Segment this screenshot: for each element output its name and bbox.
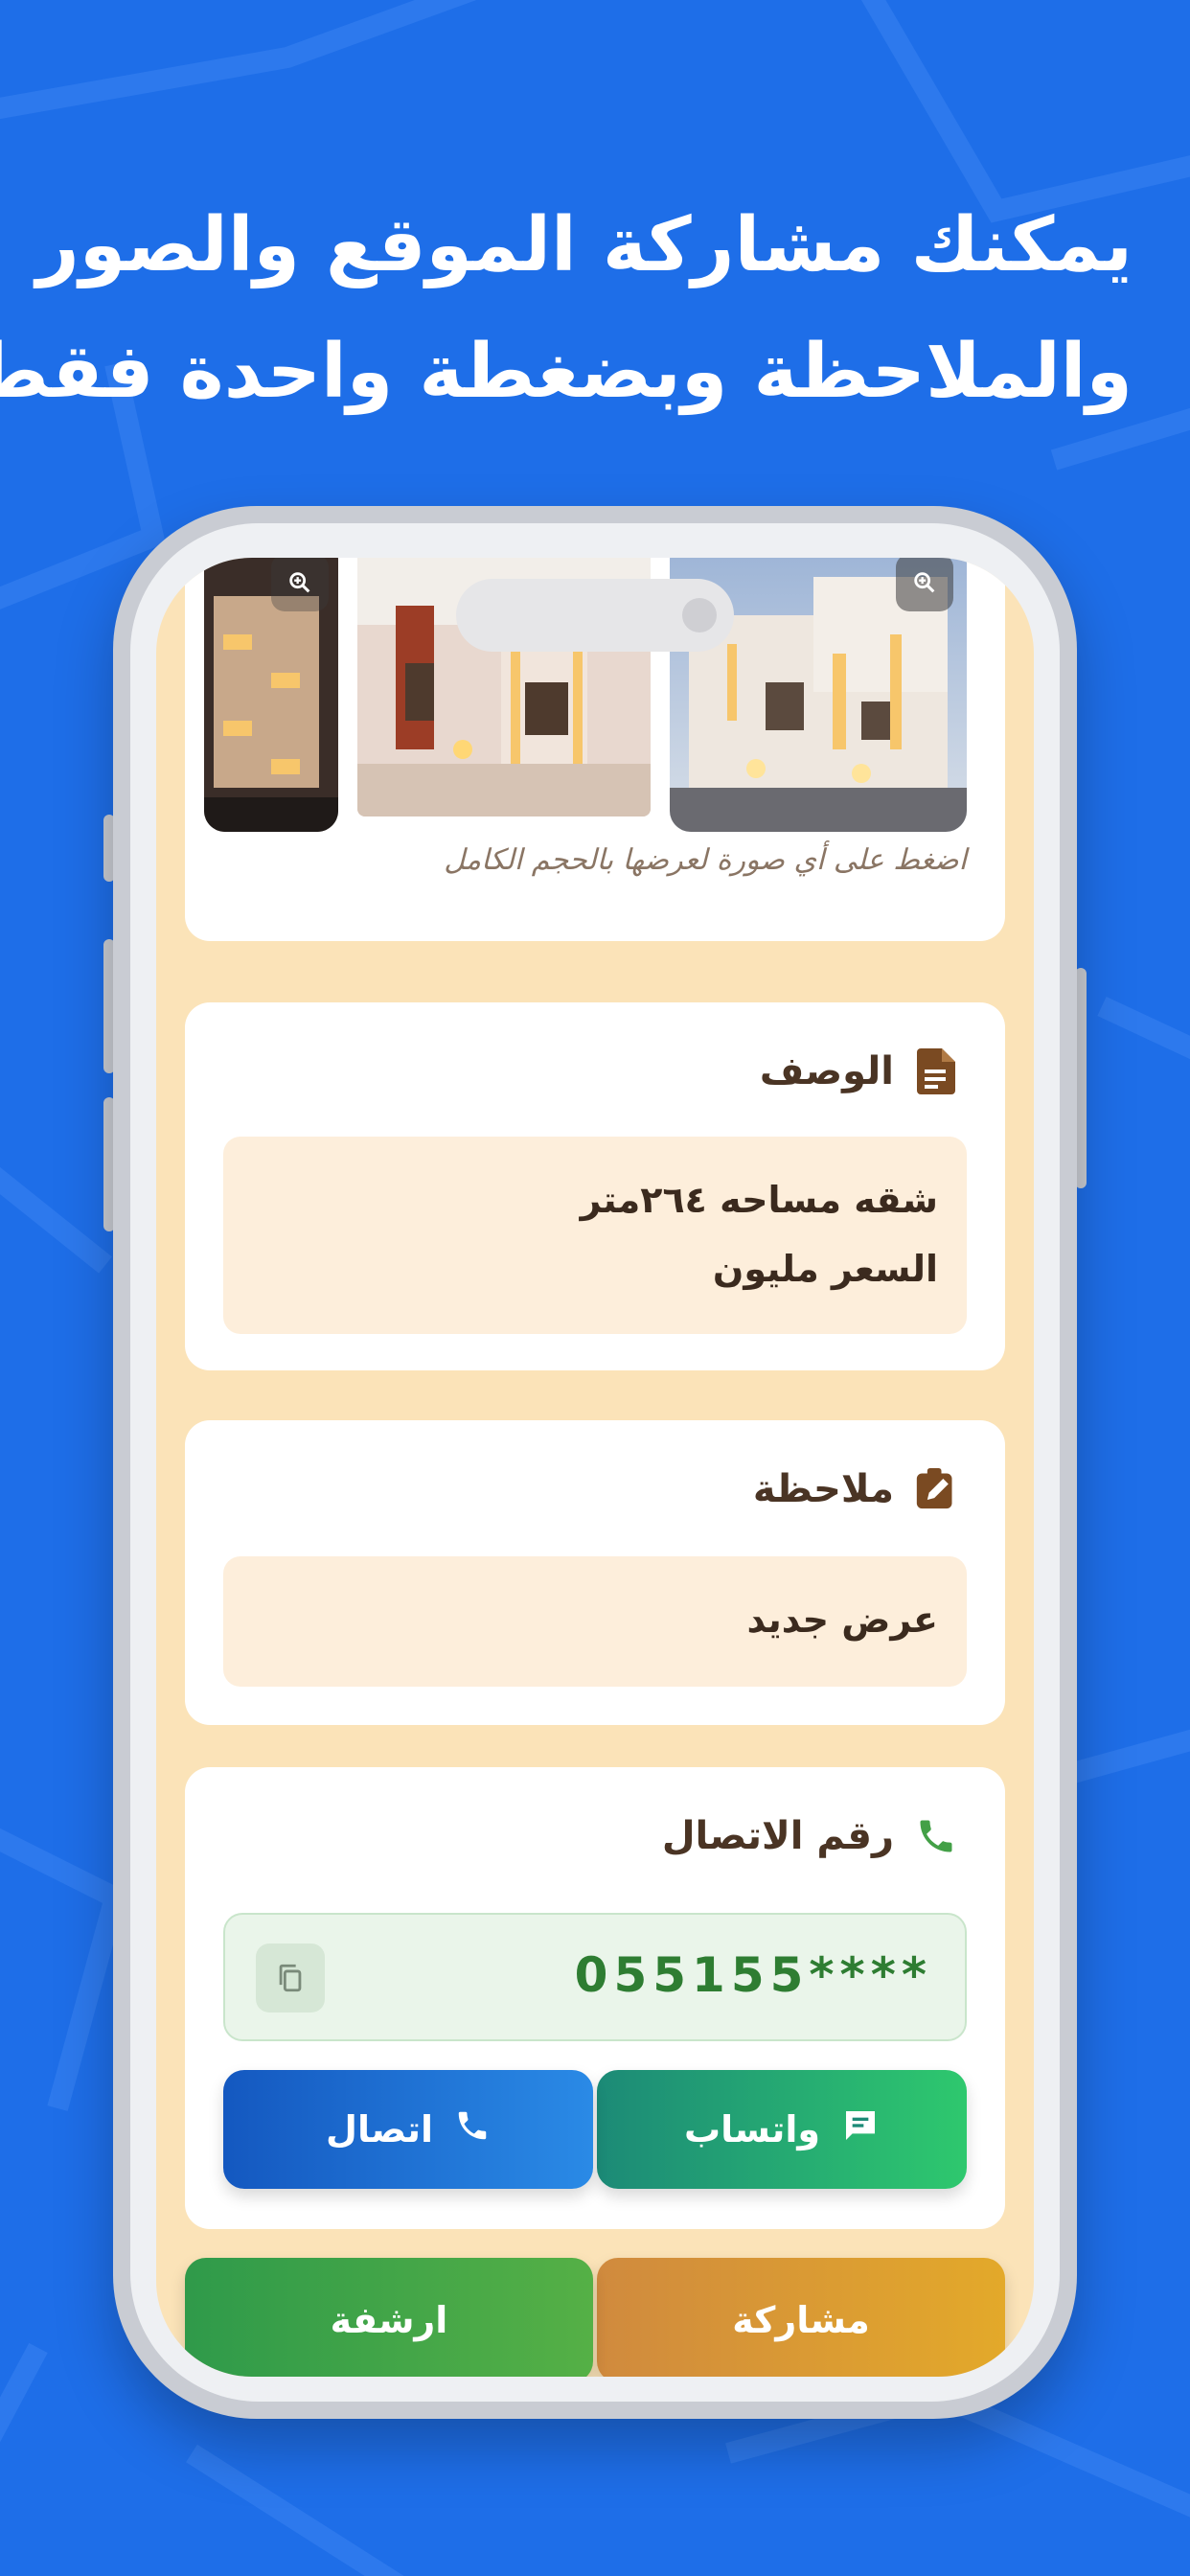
share-button[interactable]: مشاركة — [597, 2258, 1005, 2377]
description-line-1: شقه مساحه ٢٦٤متر — [580, 1179, 938, 1221]
gallery-hint: اضغط على أي صورة لعرضها بالحجم الكامل — [444, 843, 967, 877]
zoom-in-icon[interactable] — [271, 558, 329, 611]
zoom-in-icon[interactable] — [896, 558, 953, 611]
description-box: شقه مساحه ٢٦٤متر السعر مليون — [223, 1137, 967, 1334]
call-icon — [454, 2107, 491, 2152]
chat-icon — [841, 2106, 880, 2153]
app-screen: اضغط على أي صورة لعرضها بالحجم الكامل ال… — [156, 558, 1034, 2377]
dynamic-island — [456, 579, 734, 652]
share-label: مشاركة — [732, 2299, 870, 2341]
copy-icon[interactable] — [256, 1944, 325, 2012]
description-card: الوصف شقه مساحه ٢٦٤متر السعر مليون — [185, 1002, 1005, 1370]
camera-dot — [682, 598, 717, 632]
phone-number: 055155**** — [574, 1947, 932, 2003]
note-title: ملاحظة — [752, 1467, 894, 1511]
note-card: ملاحظة عرض جديد — [185, 1420, 1005, 1725]
document-icon — [915, 1048, 957, 1094]
call-label: اتصال — [326, 2108, 433, 2150]
contact-card: رقم الاتصال 055155**** واتساب اتصال — [185, 1767, 1005, 2229]
phone-number-box: 055155**** — [223, 1913, 967, 2041]
archive-label: ارشفة — [330, 2299, 448, 2341]
contact-title: رقم الاتصال — [661, 1814, 894, 1858]
headline-line-1: يمكنك مشاركة الموقع والصور — [35, 202, 1133, 288]
archive-button[interactable]: ارشفة — [185, 2258, 593, 2377]
description-title: الوصف — [759, 1049, 894, 1093]
phone-icon — [915, 1813, 957, 1859]
headline: يمكنك مشاركة الموقع والصور والملاحظة وبض… — [0, 182, 1133, 435]
note-box: عرض جديد — [223, 1556, 967, 1687]
whatsapp-label: واتساب — [683, 2108, 821, 2150]
gallery-image-3[interactable] — [204, 558, 338, 832]
headline-line-2: والملاحظة وبضغطة واحدة فقط — [0, 329, 1133, 415]
note-edit-icon — [915, 1466, 957, 1512]
note-text: عرض جديد — [746, 1598, 939, 1641]
description-line-2: السعر مليون — [712, 1248, 938, 1290]
whatsapp-button[interactable]: واتساب — [597, 2070, 967, 2189]
call-button[interactable]: اتصال — [223, 2070, 593, 2189]
